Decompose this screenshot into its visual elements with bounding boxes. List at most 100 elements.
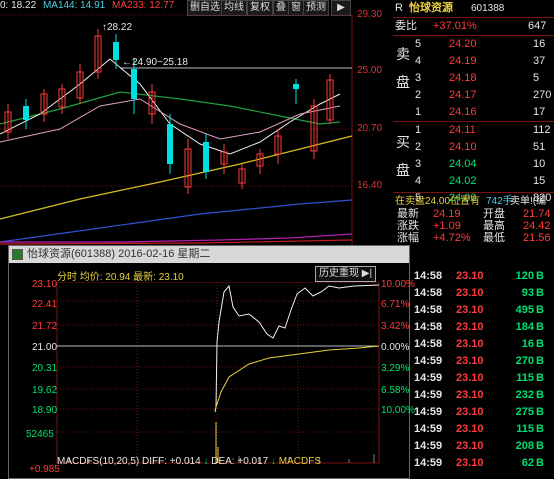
tick-price: 23.10 bbox=[456, 338, 484, 350]
tick-volume: 232 bbox=[515, 389, 534, 401]
order-price: 24.16 bbox=[449, 106, 477, 118]
tick-time: 14:58 bbox=[414, 287, 443, 299]
tick-volume: 16 bbox=[521, 338, 534, 350]
intraday-window[interactable]: 怡球资源(601388) 2016-02-16 星期二 分时 均价: 20.94… bbox=[8, 245, 415, 479]
tick-price: 23.10 bbox=[456, 270, 484, 282]
quote-label: 最高 bbox=[483, 220, 505, 232]
tick-volume: 184 bbox=[515, 321, 534, 333]
tick-volume: 208 bbox=[515, 440, 534, 452]
price-label: 29.30 bbox=[357, 9, 383, 20]
order-book-panel: R 怡球资源 601388 委比 +37.01% 647 卖盘 5 24.20 16… bbox=[393, 0, 554, 245]
quote-row: 涨幅 +4.72% 最低 21.56 bbox=[393, 232, 554, 244]
buy-indicator-icon: B bbox=[536, 304, 544, 316]
quote-value: 21.56 bbox=[523, 232, 551, 244]
buy-order-row: 3 24.04 10 bbox=[393, 156, 554, 173]
sell-order-row: 2 24.17 270 bbox=[393, 87, 554, 104]
quote-value: +4.72% bbox=[433, 232, 471, 244]
high-annotation: ↑28.22 bbox=[102, 22, 133, 33]
tick-row: 14:58 23.10 184 B bbox=[410, 319, 554, 336]
sell-order-row: 3 24.18 5 bbox=[393, 70, 554, 87]
tick-price: 23.10 bbox=[456, 389, 484, 401]
order-volume: 15 bbox=[533, 175, 546, 187]
price-label: 20.70 bbox=[357, 123, 383, 134]
tick-row: 14:59 23.10 208 B bbox=[410, 438, 554, 455]
tick-time: 14:58 bbox=[414, 338, 443, 350]
tick-time: 14:59 bbox=[414, 355, 443, 367]
pct-axis-label: 6.58% bbox=[381, 385, 410, 396]
quote-value: +1.09 bbox=[433, 220, 461, 232]
order-volume: 37 bbox=[533, 55, 546, 67]
price-label: 25.00 bbox=[357, 65, 383, 76]
buy-indicator-icon: B bbox=[536, 270, 544, 282]
tick-list[interactable]: 14:58 23.10 120 B 14:58 23.10 93 B 14:58 23.10 495… bbox=[410, 268, 554, 477]
kline-chart[interactable]: 0: 18.22 MA144: 14.91 MA233: 12.77 删自选 均… bbox=[0, 0, 390, 245]
quote-label: 最低 bbox=[483, 232, 505, 244]
tick-price: 23.10 bbox=[456, 423, 484, 435]
order-level: 2 bbox=[415, 89, 422, 101]
order-level: 4 bbox=[415, 55, 422, 67]
order-volume: 112 bbox=[533, 124, 551, 136]
price-axis-label: 19.62 bbox=[32, 385, 58, 396]
tick-row: 14:58 23.10 16 B bbox=[410, 336, 554, 353]
ma233-value: MA233: 12.77 bbox=[111, 0, 175, 11]
order-level: 3 bbox=[415, 158, 422, 170]
tick-volume: 495 bbox=[515, 304, 534, 316]
range-annotation: ←24.90~25.18 bbox=[122, 57, 188, 68]
tick-volume: 275 bbox=[515, 406, 534, 418]
order-level: 3 bbox=[415, 72, 422, 84]
order-ratio-value: +37.01% bbox=[433, 20, 477, 32]
buy-order-row: 1 24.11 112 bbox=[393, 122, 554, 139]
order-level: 1 bbox=[415, 124, 422, 136]
macd-axis-label: +0.985 bbox=[29, 464, 60, 475]
buy-indicator-icon: B bbox=[536, 321, 544, 333]
tick-price: 23.10 bbox=[456, 321, 484, 333]
tick-time: 14:58 bbox=[414, 321, 443, 333]
order-level: 4 bbox=[415, 175, 422, 187]
tick-price: 23.10 bbox=[456, 287, 484, 299]
tick-row: 14:59 23.10 275 B bbox=[410, 404, 554, 421]
order-level: 5 bbox=[415, 38, 422, 50]
order-level: 1 bbox=[415, 106, 422, 118]
quote-value: 24.19 bbox=[433, 208, 461, 220]
order-level: 2 bbox=[415, 141, 422, 153]
buy-indicator-icon: B bbox=[536, 457, 544, 469]
app-icon bbox=[12, 249, 23, 260]
price-axis-label: 22.41 bbox=[32, 299, 58, 310]
stock-name: 怡球资源 bbox=[409, 2, 453, 14]
tick-row: 14:59 23.10 115 B bbox=[410, 421, 554, 438]
ma-a-value: 0: 18.22 bbox=[0, 0, 37, 11]
price-axis-label: 18.90 bbox=[32, 405, 58, 416]
tick-row: 14:58 23.10 120 B bbox=[410, 268, 554, 285]
intraday-info: 分时 均价: 20.94 最新: 23.10 bbox=[57, 272, 184, 283]
buy-order-row: 4 24.02 15 bbox=[393, 173, 554, 190]
volume-label: 52465 bbox=[26, 429, 54, 440]
buy-indicator-icon: B bbox=[536, 355, 544, 367]
tick-row: 14:59 23.10 232 B bbox=[410, 387, 554, 404]
intraday-title-bar[interactable]: 怡球资源(601388) 2016-02-16 星期二 bbox=[9, 246, 409, 263]
history-replay-button[interactable]: 历史重现 ▶| bbox=[315, 266, 377, 282]
tick-row: 14:58 23.10 495 B bbox=[410, 302, 554, 319]
tick-row: 14:58 23.10 93 B bbox=[410, 285, 554, 302]
order-price: 24.19 bbox=[449, 55, 477, 67]
buy-indicator-icon: B bbox=[536, 372, 544, 384]
sell-orders: 5 24.20 16 4 24.19 37 3 24.18 5 2 24.17 270 1 24.16 17 bbox=[393, 36, 554, 121]
tick-time: 14:58 bbox=[414, 270, 443, 282]
order-volume: 51 bbox=[533, 141, 546, 153]
quote-label: 涨跌 bbox=[397, 220, 419, 232]
price-axis-label: 23.10 bbox=[32, 279, 58, 290]
macd-readout: MACDFS(10,20,5) DIFF: +0.014 ↓ DEA: +0.0… bbox=[57, 456, 322, 467]
buy-indicator-icon: B bbox=[536, 338, 544, 350]
pct-axis-label: 3.29% bbox=[381, 363, 410, 374]
tick-volume: 62 bbox=[521, 457, 534, 469]
quote-row: 涨跌 +1.09 最高 24.42 bbox=[393, 220, 554, 232]
stock-code: 601388 bbox=[471, 3, 505, 14]
quote-value: 21.74 bbox=[523, 208, 551, 220]
tick-volume: 115 bbox=[516, 372, 534, 384]
ma144-value: MA144: 14.91 bbox=[42, 0, 106, 11]
tick-price: 23.10 bbox=[456, 457, 484, 469]
tick-time: 14:59 bbox=[414, 389, 443, 401]
order-volume: 17 bbox=[533, 106, 546, 118]
tick-time: 14:59 bbox=[414, 423, 443, 435]
buy-order-row: 2 24.10 51 bbox=[393, 139, 554, 156]
sell-order-row: 5 24.20 16 bbox=[393, 36, 554, 53]
